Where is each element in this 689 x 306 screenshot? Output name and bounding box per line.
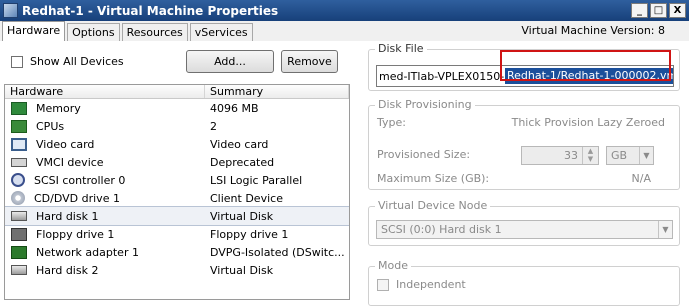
window-title: Redhat-1 - Virtual Machine Properties <box>22 3 279 18</box>
cd-dvd-icon <box>11 191 25 205</box>
chevron-down-icon[interactable]: ▼ <box>639 147 653 164</box>
hardware-list[interactable]: Hardware Summary Memory 4096 MB CPUs 2 V… <box>4 84 350 300</box>
vm-app-icon <box>3 3 18 18</box>
independent-checkbox[interactable] <box>377 278 389 291</box>
memory-icon <box>11 101 27 115</box>
summary-cell: 4096 MB <box>210 101 259 115</box>
hardware-name: Hard disk 2 <box>36 263 99 277</box>
provisioned-size-value: 33 <box>564 149 578 162</box>
hardware-cell: CPUs <box>5 119 205 133</box>
tab-resources[interactable]: Resources <box>121 23 188 41</box>
column-header-summary[interactable]: Summary <box>205 85 349 98</box>
show-all-devices-label: Show All Devices <box>30 55 124 68</box>
hard-disk-icon <box>11 265 27 275</box>
maximize-button[interactable]: □ <box>650 3 667 18</box>
hardware-cell: Hard disk 1 <box>5 210 205 223</box>
size-unit-select[interactable]: GB ▼ <box>606 146 654 165</box>
add-button[interactable]: Add... <box>186 50 274 73</box>
summary-cell: Client Device <box>210 191 283 205</box>
hardware-cell: Memory <box>5 101 205 115</box>
hardware-cell: Network adapter 1 <box>5 245 205 259</box>
virtual-device-node-group: Virtual Device Node SCSI (0:0) Hard disk… <box>368 199 680 246</box>
vmci-device-icon <box>11 157 27 167</box>
hardware-row-video-card[interactable]: Video card Video card <box>5 135 349 153</box>
hardware-name: Hard disk 1 <box>36 209 99 223</box>
virtual-device-node-heading: Virtual Device Node <box>375 199 491 212</box>
virtual-device-node-value: SCSI (0:0) Hard disk 1 <box>381 223 502 236</box>
summary-cell: LSI Logic Parallel <box>210 173 303 187</box>
hardware-name: Video card <box>36 137 95 151</box>
summary-cell: DVPG-Isolated (DSwitc... <box>210 245 345 259</box>
hardware-row-cpus[interactable]: CPUs 2 <box>5 117 349 135</box>
summary-cell: Video card <box>210 137 269 151</box>
tab-options[interactable]: Options <box>67 23 120 41</box>
column-header-hardware[interactable]: Hardware <box>5 85 205 98</box>
summary-cell: Virtual Disk <box>210 209 274 223</box>
show-all-devices-option[interactable]: Show All Devices <box>11 55 124 68</box>
hardware-name: Floppy drive 1 <box>36 227 115 241</box>
hardware-name: Memory <box>36 101 81 115</box>
provisioned-size-label: Provisioned Size: <box>377 148 471 161</box>
hardware-name: CPUs <box>36 119 65 133</box>
type-value: Thick Provision Lazy Zeroed <box>511 116 665 129</box>
hardware-row-hard-disk-1[interactable]: Hard disk 1 Virtual Disk <box>5 206 349 226</box>
summary-cell: Floppy drive 1 <box>210 227 289 241</box>
remove-button[interactable]: Remove <box>281 50 338 73</box>
hardware-row-floppy[interactable]: Floppy drive 1 Floppy drive 1 <box>5 225 349 243</box>
annotation-highlight-box <box>500 50 671 81</box>
scsi-controller-icon <box>11 173 25 187</box>
video-card-icon <box>11 137 27 151</box>
max-size-value: N/A <box>631 172 651 185</box>
tab-hardware[interactable]: Hardware <box>2 21 66 41</box>
hardware-name: CD/DVD drive 1 <box>34 191 120 205</box>
hardware-row-vmci[interactable]: VMCI device Deprecated <box>5 153 349 171</box>
hardware-cell: Hard disk 2 <box>5 264 205 277</box>
hardware-row-memory[interactable]: Memory 4096 MB <box>5 99 349 117</box>
minimize-button[interactable]: _ <box>631 3 648 18</box>
provisioned-size-spinner[interactable]: 33 ▲ ▼ <box>521 146 599 165</box>
hard-disk-icon <box>11 211 27 221</box>
mode-heading: Mode <box>375 259 411 272</box>
hardware-row-scsi-controller[interactable]: SCSI controller 0 LSI Logic Parallel <box>5 171 349 189</box>
hardware-cell: CD/DVD drive 1 <box>5 191 205 205</box>
hardware-panel: Show All Devices Add... Remove Hardware … <box>0 41 360 300</box>
floppy-icon <box>11 227 27 241</box>
summary-cell: Deprecated <box>210 155 275 169</box>
chevron-down-icon[interactable]: ▼ <box>658 221 672 238</box>
title-bar: Redhat-1 - Virtual Machine Properties _ … <box>0 0 689 21</box>
hardware-row-cd-dvd[interactable]: CD/DVD drive 1 Client Device <box>5 189 349 207</box>
summary-cell: 2 <box>210 119 217 133</box>
cpu-icon <box>11 119 27 133</box>
show-all-devices-checkbox[interactable] <box>11 55 23 68</box>
hardware-row-network-adapter[interactable]: Network adapter 1 DVPG-Isolated (DSwitc.… <box>5 243 349 261</box>
close-button[interactable]: X <box>669 3 686 18</box>
network-adapter-icon <box>11 245 27 259</box>
independent-option[interactable]: Independent <box>377 278 466 291</box>
virtual-device-node-select[interactable]: SCSI (0:0) Hard disk 1 ▼ <box>376 220 673 239</box>
hardware-cell: VMCI device <box>5 156 205 169</box>
hardware-cell: Floppy drive 1 <box>5 227 205 241</box>
mode-group: Mode Independent <box>368 259 680 306</box>
max-size-label: Maximum Size (GB): <box>377 172 490 185</box>
hardware-name: SCSI controller 0 <box>34 173 126 187</box>
hardware-name: VMCI device <box>36 155 104 169</box>
tab-vservices[interactable]: vServices <box>189 23 253 41</box>
hardware-list-header: Hardware Summary <box>5 85 349 99</box>
type-label: Type: <box>377 116 406 129</box>
hardware-cell: Video card <box>5 137 205 151</box>
size-unit-value: GB <box>611 149 628 162</box>
vm-version-label: Virtual Machine Version: 8 <box>521 24 665 37</box>
disk-provisioning-group: Disk Provisioning Type: Thick Provision … <box>368 98 680 190</box>
disk-provisioning-heading: Disk Provisioning <box>375 98 475 111</box>
spinner-arrows-icon[interactable]: ▲ ▼ <box>582 147 598 164</box>
disk-file-heading: Disk File <box>375 42 427 55</box>
window-controls: _ □ X <box>631 3 686 18</box>
summary-cell: Virtual Disk <box>210 263 274 277</box>
independent-label: Independent <box>396 278 466 291</box>
hardware-name: Network adapter 1 <box>36 245 139 259</box>
hardware-cell: SCSI controller 0 <box>5 173 205 187</box>
hardware-row-hard-disk-2[interactable]: Hard disk 2 Virtual Disk <box>5 261 349 279</box>
